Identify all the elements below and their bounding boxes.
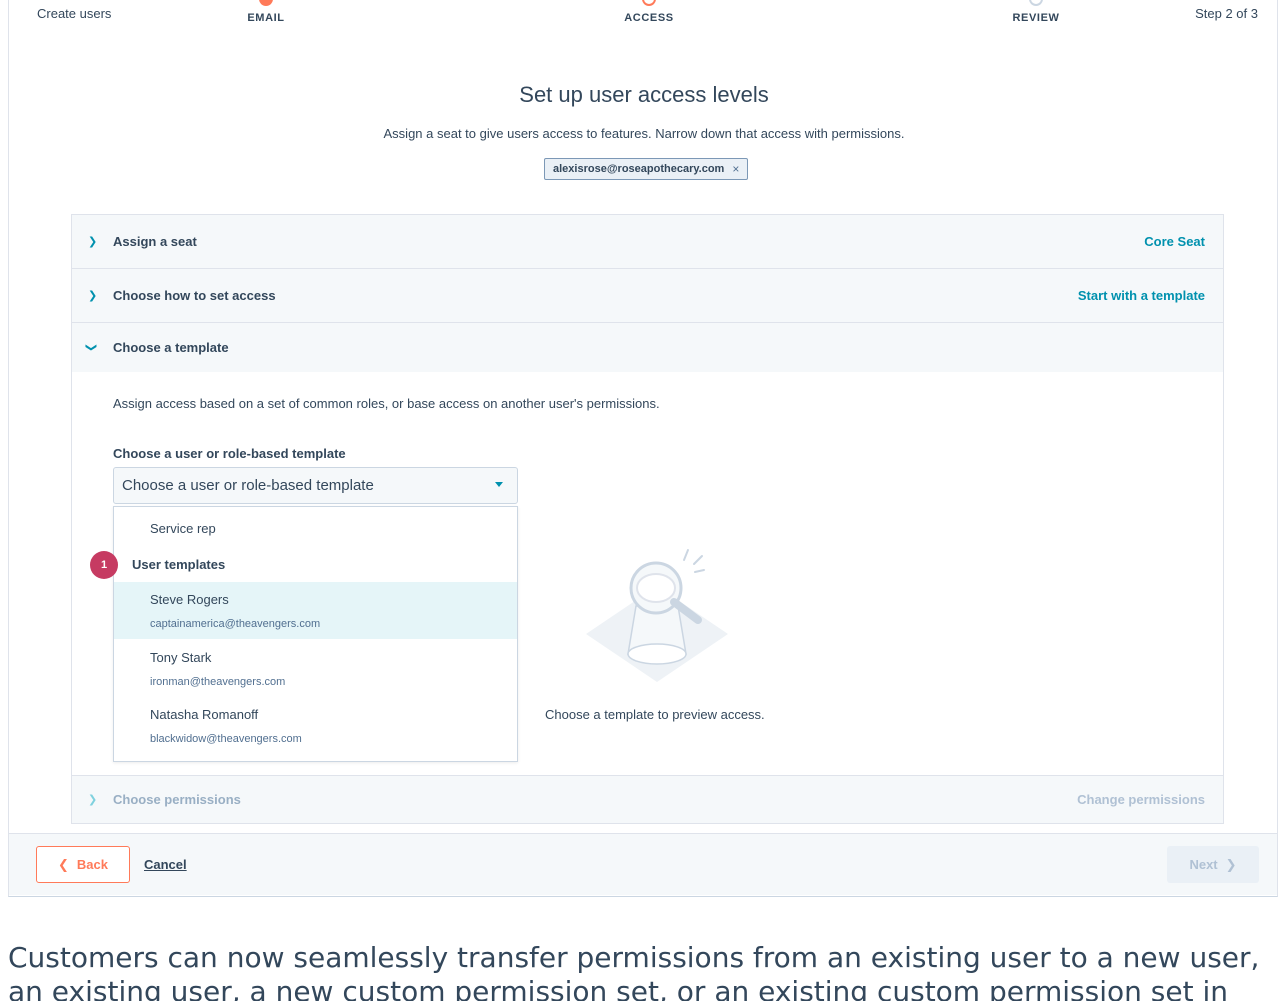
back-label: Back: [76, 857, 108, 872]
step-review-label: REVIEW: [1012, 12, 1060, 24]
template-select-value: Choose a user or role-based template: [122, 477, 374, 494]
template-description: Assign access based on a set of common r…: [113, 396, 660, 411]
step-indicator: Step 2 of 3: [1195, 6, 1258, 21]
preview-placeholder-text: Choose a template to preview access.: [545, 707, 765, 722]
dropdown-option-user[interactable]: Natasha Romanoff blackwidow@theavengers.…: [114, 697, 517, 754]
page-subtitle: Assign a seat to give users access to fe…: [383, 126, 905, 141]
accordion-value-link: Change permissions: [1077, 792, 1205, 807]
user-name: Natasha Romanoff: [150, 707, 259, 722]
dropdown-option-user[interactable]: Steve Rogers captainamerica@theavengers.…: [114, 582, 517, 639]
step-email-dot: [259, 0, 273, 6]
magnifier-spotlight-illustration: [586, 549, 728, 682]
caret-down-icon: [495, 482, 503, 487]
accordion-value-link[interactable]: Start with a template: [1078, 288, 1205, 303]
chevron-down-icon: ❯: [85, 342, 98, 353]
dropdown-option-service-rep[interactable]: Service rep: [150, 521, 216, 536]
email-tag-text: alexisrose@roseapothecary.com: [553, 163, 725, 175]
template-field-label: Choose a user or role-based template: [113, 446, 346, 461]
step-review-dot: [1029, 0, 1043, 6]
chevron-right-icon: ❯: [88, 290, 98, 302]
email-tag: alexisrose@roseapothecary.com ×: [544, 158, 749, 180]
accordion-value-link[interactable]: Core Seat: [1144, 234, 1205, 249]
chevron-right-icon: ❯: [1225, 856, 1237, 872]
dialog-title: Create users: [37, 6, 112, 21]
step-email-label: EMAIL: [247, 12, 285, 24]
step-access-label: ACCESS: [624, 12, 674, 24]
chevron-left-icon: ❮: [58, 856, 69, 872]
accordion-label: Choose permissions: [113, 792, 241, 807]
accordion-access-method[interactable]: ❯ Choose how to set access Start with a …: [72, 269, 1223, 323]
template-panel: Assign access based on a set of common r…: [72, 372, 1223, 775]
chevron-right-icon: ❯: [88, 236, 98, 248]
create-users-dialog: Create users Step 2 of 3 EMAIL ACCESS RE…: [8, 0, 1278, 897]
chevron-right-icon: ❯: [88, 794, 98, 806]
user-email: blackwidow@theavengers.com: [150, 733, 302, 745]
cancel-link[interactable]: Cancel: [144, 857, 187, 872]
user-name: Steve Rogers: [150, 592, 229, 607]
dropdown-group-label: User templates: [132, 557, 226, 572]
accordion-label: Choose a template: [113, 340, 229, 355]
access-accordion: ❯ Assign a seat Core Seat ❯ Choose how t…: [71, 214, 1224, 824]
annotation-badge: 1: [90, 551, 118, 579]
back-button[interactable]: ❮ Back: [36, 846, 130, 883]
accordion-choose-template[interactable]: ❯ Choose a template: [72, 323, 1223, 372]
next-button[interactable]: Next ❯: [1167, 846, 1259, 883]
remove-email-icon[interactable]: ×: [732, 162, 739, 176]
accordion-label: Assign a seat: [113, 234, 197, 249]
accordion-choose-permissions: ❯ Choose permissions Change permissions: [72, 775, 1223, 823]
dialog-footer: ❮ Back Cancel Next ❯: [9, 833, 1277, 895]
dropdown-option-user[interactable]: Tony Stark ironman@theavengers.com: [114, 640, 517, 697]
user-name: Tony Stark: [150, 650, 212, 665]
template-select[interactable]: Choose a user or role-based template: [113, 467, 518, 504]
next-label: Next: [1189, 857, 1218, 872]
accordion-label: Choose how to set access: [113, 288, 276, 303]
page-title: Set up user access levels: [519, 82, 769, 107]
step-access-dot: [642, 0, 656, 6]
article-caption: Customers can now seamlessly transfer pe…: [8, 941, 1260, 1001]
template-dropdown-menu: Service rep User templates Steve Rogers …: [113, 506, 518, 762]
accordion-assign-seat[interactable]: ❯ Assign a seat Core Seat: [72, 215, 1223, 269]
user-email: ironman@theavengers.com: [150, 676, 286, 688]
user-email: captainamerica@theavengers.com: [150, 618, 321, 630]
